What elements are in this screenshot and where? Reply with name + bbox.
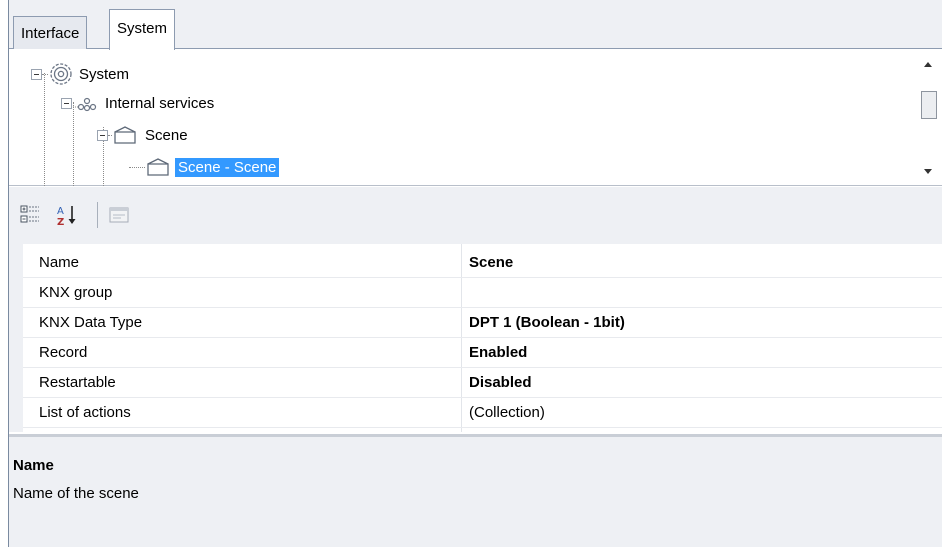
services-network-icon <box>73 97 97 112</box>
property-grid: Name Scene KNX group KNX Data Type DPT 1… <box>9 244 942 432</box>
scroll-down-arrow-icon[interactable] <box>924 169 932 174</box>
property-row-knx-data-type[interactable]: KNX Data Type DPT 1 (Boolean - 1bit) <box>23 308 942 338</box>
property-value[interactable]: Scene <box>461 254 942 271</box>
property-row-name[interactable]: Name Scene <box>23 248 942 278</box>
property-pages-icon <box>109 207 129 223</box>
sort-alphabetical-icon: A Z <box>57 206 76 228</box>
toolbar-separator <box>97 202 98 228</box>
tab-interface[interactable]: Interface <box>13 16 88 49</box>
tree-node-scene-scene[interactable]: Scene - Scene <box>129 155 280 179</box>
tab-strip: Interface System <box>9 0 942 50</box>
collapse-toggle[interactable] <box>97 129 108 141</box>
tree-connector <box>108 134 112 136</box>
grid-margin <box>9 244 23 432</box>
tree-node-label: Scene <box>145 126 188 144</box>
categorized-icon <box>20 205 39 223</box>
property-value[interactable]: Enabled <box>461 344 942 361</box>
property-row-knx-group[interactable]: KNX group <box>23 278 942 308</box>
property-name: List of actions <box>39 404 131 421</box>
tab-interface-label: Interface <box>21 25 80 42</box>
svg-text:A: A <box>57 206 64 217</box>
tree-node-internal-services[interactable]: Internal services <box>61 91 217 115</box>
property-row-restartable[interactable]: Restartable Disabled <box>23 368 942 398</box>
tree-node-system[interactable]: System <box>31 62 132 86</box>
property-toolbar: A Z <box>9 187 942 244</box>
property-row-list-of-actions[interactable]: List of actions (Collection) <box>23 398 942 428</box>
tab-system-label: System <box>117 20 168 37</box>
tree-guide-line <box>44 73 45 186</box>
description-text: Name of the scene <box>13 485 139 502</box>
scroll-up-arrow-icon[interactable] <box>924 62 932 67</box>
tree-connector <box>42 73 48 75</box>
scroll-thumb[interactable] <box>921 91 937 119</box>
svg-text:Z: Z <box>57 217 64 227</box>
tree-node-label: System <box>79 65 130 83</box>
tree-scrollbar[interactable] <box>918 54 940 182</box>
tree-connector <box>129 166 145 168</box>
property-name: Restartable <box>39 374 116 391</box>
tree-node-scene[interactable]: Scene <box>97 123 191 147</box>
collapse-toggle[interactable] <box>61 97 72 109</box>
scene-folder-icon <box>147 158 169 176</box>
alphabetical-button[interactable]: A Z <box>55 203 79 228</box>
property-name: Name <box>39 254 80 271</box>
property-value[interactable]: DPT 1 (Boolean - 1bit) <box>461 314 942 331</box>
properties-window: Interface System System Internal service… <box>8 0 942 547</box>
system-tree[interactable]: System Internal services Scene Scene - S… <box>9 49 942 186</box>
tab-system[interactable]: System <box>109 9 176 50</box>
collapse-toggle[interactable] <box>31 68 42 80</box>
property-value[interactable]: (Collection) <box>461 404 942 421</box>
property-value[interactable]: Disabled <box>461 374 942 391</box>
tree-node-label-selected: Scene - Scene <box>175 157 280 177</box>
categorized-button[interactable] <box>19 203 43 227</box>
property-name: KNX Data Type <box>39 314 143 331</box>
property-pages-button[interactable] <box>107 203 131 227</box>
description-pane: Name Name of the scene <box>9 434 942 547</box>
tree-node-label: Internal services <box>105 94 215 112</box>
property-row-record[interactable]: Record Enabled <box>23 338 942 368</box>
property-name: KNX group <box>39 284 113 301</box>
description-title: Name <box>13 457 54 474</box>
property-name: Record <box>39 344 88 361</box>
scene-folder-icon <box>114 126 136 144</box>
gear-icon <box>50 63 72 85</box>
